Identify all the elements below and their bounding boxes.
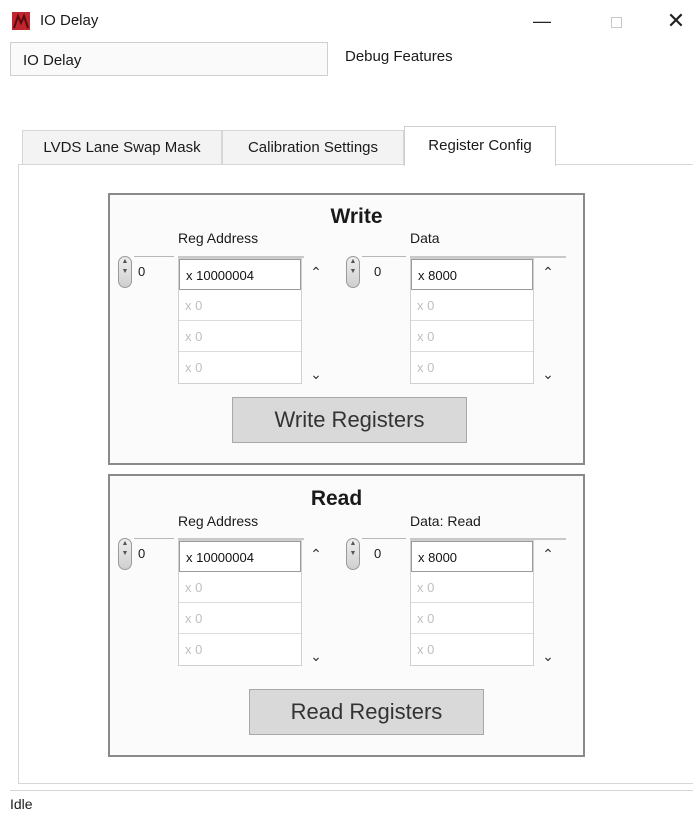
read-reg-address-array: x 10000004 x 0 x 0 x 0 (178, 540, 302, 666)
write-addr-scroll-up-icon[interactable]: ⌃ (309, 264, 323, 281)
debug-features-label: Debug Features (345, 48, 453, 65)
read-data-element: x 0 (411, 572, 533, 603)
read-data-scroll-down-icon[interactable]: ⌄ (541, 648, 555, 665)
read-addr-scroll-up-icon[interactable]: ⌃ (309, 546, 323, 563)
read-data-array: x 8000 x 0 x 0 x 0 (410, 540, 534, 666)
read-addr-scroll-down-icon[interactable]: ⌄ (309, 648, 323, 665)
write-data-scroll-down-icon[interactable]: ⌄ (541, 366, 555, 383)
app-logo-icon (12, 12, 30, 30)
write-data-element[interactable]: x 8000 (411, 259, 533, 290)
minimize-icon: — (533, 11, 551, 31)
write-data-index-spinner[interactable]: ▲ ▼ (346, 256, 360, 288)
read-addr-element[interactable]: x 0 (179, 603, 301, 634)
write-data-label: Data (410, 230, 440, 246)
read-reg-address-label: Reg Address (178, 513, 259, 529)
write-data-index-value[interactable]: 0 (374, 264, 381, 279)
write-data-element[interactable]: x 0 (411, 352, 533, 383)
write-addr-element[interactable]: x 10000004 (179, 259, 301, 290)
read-addr-element[interactable]: x 0 (179, 572, 301, 603)
tab-calibration-settings[interactable]: Calibration Settings (222, 130, 404, 164)
write-group-title: Write (330, 205, 383, 228)
read-data-element: x 0 (417, 642, 435, 657)
write-addr-scroll-down-icon[interactable]: ⌄ (309, 366, 323, 383)
write-reg-address-label: Reg Address (178, 230, 259, 246)
status-text: Idle (10, 796, 33, 812)
maximize-icon (610, 16, 622, 28)
read-registers-button[interactable]: Read Registers (249, 689, 484, 735)
write-addr-element[interactable]: x 0 (179, 321, 301, 352)
read-addr-index-spinner[interactable]: ▲ ▼ (118, 538, 132, 570)
write-data-scroll-up-icon[interactable]: ⌃ (541, 264, 555, 281)
io-delay-name-field[interactable]: IO Delay (10, 42, 328, 76)
status-bar-divider (10, 790, 693, 791)
read-data-scroll-up-icon[interactable]: ⌃ (541, 546, 555, 563)
read-addr-index-underline (134, 538, 174, 539)
window-title: IO Delay (40, 12, 99, 29)
close-button[interactable]: ✕ (656, 6, 693, 36)
write-registers-button[interactable]: Write Registers (232, 397, 467, 443)
read-data-index-value[interactable]: 0 (374, 546, 381, 561)
write-addr-index-spinner[interactable]: ▲ ▼ (118, 256, 132, 288)
write-addr-index-value[interactable]: 0 (138, 264, 145, 279)
read-addr-element[interactable]: x 10000004 (179, 541, 301, 572)
close-icon: ✕ (666, 8, 686, 33)
write-data-element[interactable]: x 0 (411, 321, 533, 352)
write-data-element[interactable]: x 0 (411, 290, 533, 321)
minimize-button[interactable]: — (522, 6, 562, 36)
tab-lvds-lane-swap-mask[interactable]: LVDS Lane Swap Mask (22, 130, 222, 164)
read-group-title: Read (310, 487, 363, 510)
write-addr-element[interactable]: x 0 (179, 352, 301, 383)
read-data-index-underline (362, 538, 406, 539)
tab-register-config[interactable]: Register Config (404, 126, 556, 166)
write-data-index-underline (362, 256, 406, 257)
read-addr-index-value[interactable]: 0 (138, 546, 145, 561)
read-addr-element[interactable]: x 0 (179, 634, 301, 665)
write-addr-index-underline (134, 256, 174, 257)
write-reg-address-array: x 10000004 x 0 x 0 x 0 (178, 258, 302, 384)
read-data-label: Data: Read (410, 513, 481, 529)
write-data-array: x 8000 x 0 x 0 x 0 (410, 258, 534, 384)
read-data-index-spinner[interactable]: ▲ ▼ (346, 538, 360, 570)
maximize-button[interactable] (596, 6, 636, 36)
read-data-element: x 8000 (411, 541, 533, 572)
title-bar: IO Delay — ✕ (0, 0, 693, 40)
write-addr-element[interactable]: x 0 (179, 290, 301, 321)
read-data-element: x 0 (411, 603, 533, 634)
